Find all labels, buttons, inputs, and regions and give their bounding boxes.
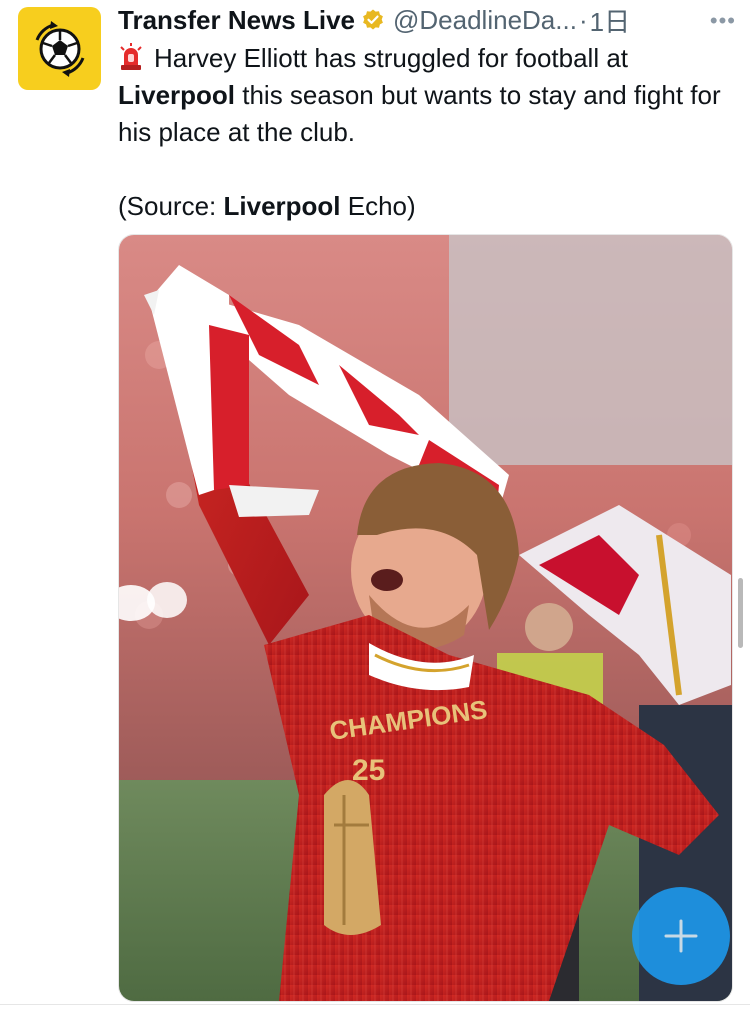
verified-badge-icon	[361, 8, 385, 32]
author-name[interactable]: Transfer News Live	[118, 5, 355, 36]
tweet-source: (Source: Liverpool Echo)	[118, 188, 728, 225]
tweet-text-line1: Harvey Elliott has struggled for footbal…	[154, 43, 629, 73]
bottom-divider	[0, 1004, 750, 1005]
source-bold: Liverpool	[223, 191, 341, 221]
tweet-timestamp[interactable]: 1日	[590, 2, 630, 39]
source-suffix: Echo)	[340, 191, 416, 221]
plus-icon	[664, 919, 698, 953]
tweet-paragraph: Harvey Elliott has struggled for footbal…	[118, 40, 728, 151]
tweet-body: Harvey Elliott has struggled for footbal…	[118, 40, 728, 225]
siren-icon	[118, 43, 144, 71]
source-prefix: (Source:	[118, 191, 224, 221]
more-dots-icon[interactable]: •••	[710, 8, 736, 34]
tweet-header: Transfer News Live @DeadlineDa... · 1日	[118, 2, 738, 39]
shirt-year: 25	[352, 754, 385, 787]
soccer-ball-icon	[35, 20, 84, 77]
author-handle[interactable]: @DeadlineDa...	[393, 5, 577, 36]
separator-dot: ·	[578, 4, 588, 35]
tweet-text-bold: Liverpool	[118, 80, 236, 110]
avatar[interactable]	[18, 7, 101, 90]
compose-button[interactable]	[632, 887, 730, 985]
tweet-media-image[interactable]: CHAMPIONS 25	[118, 234, 733, 1002]
scrollbar[interactable]	[738, 578, 743, 648]
